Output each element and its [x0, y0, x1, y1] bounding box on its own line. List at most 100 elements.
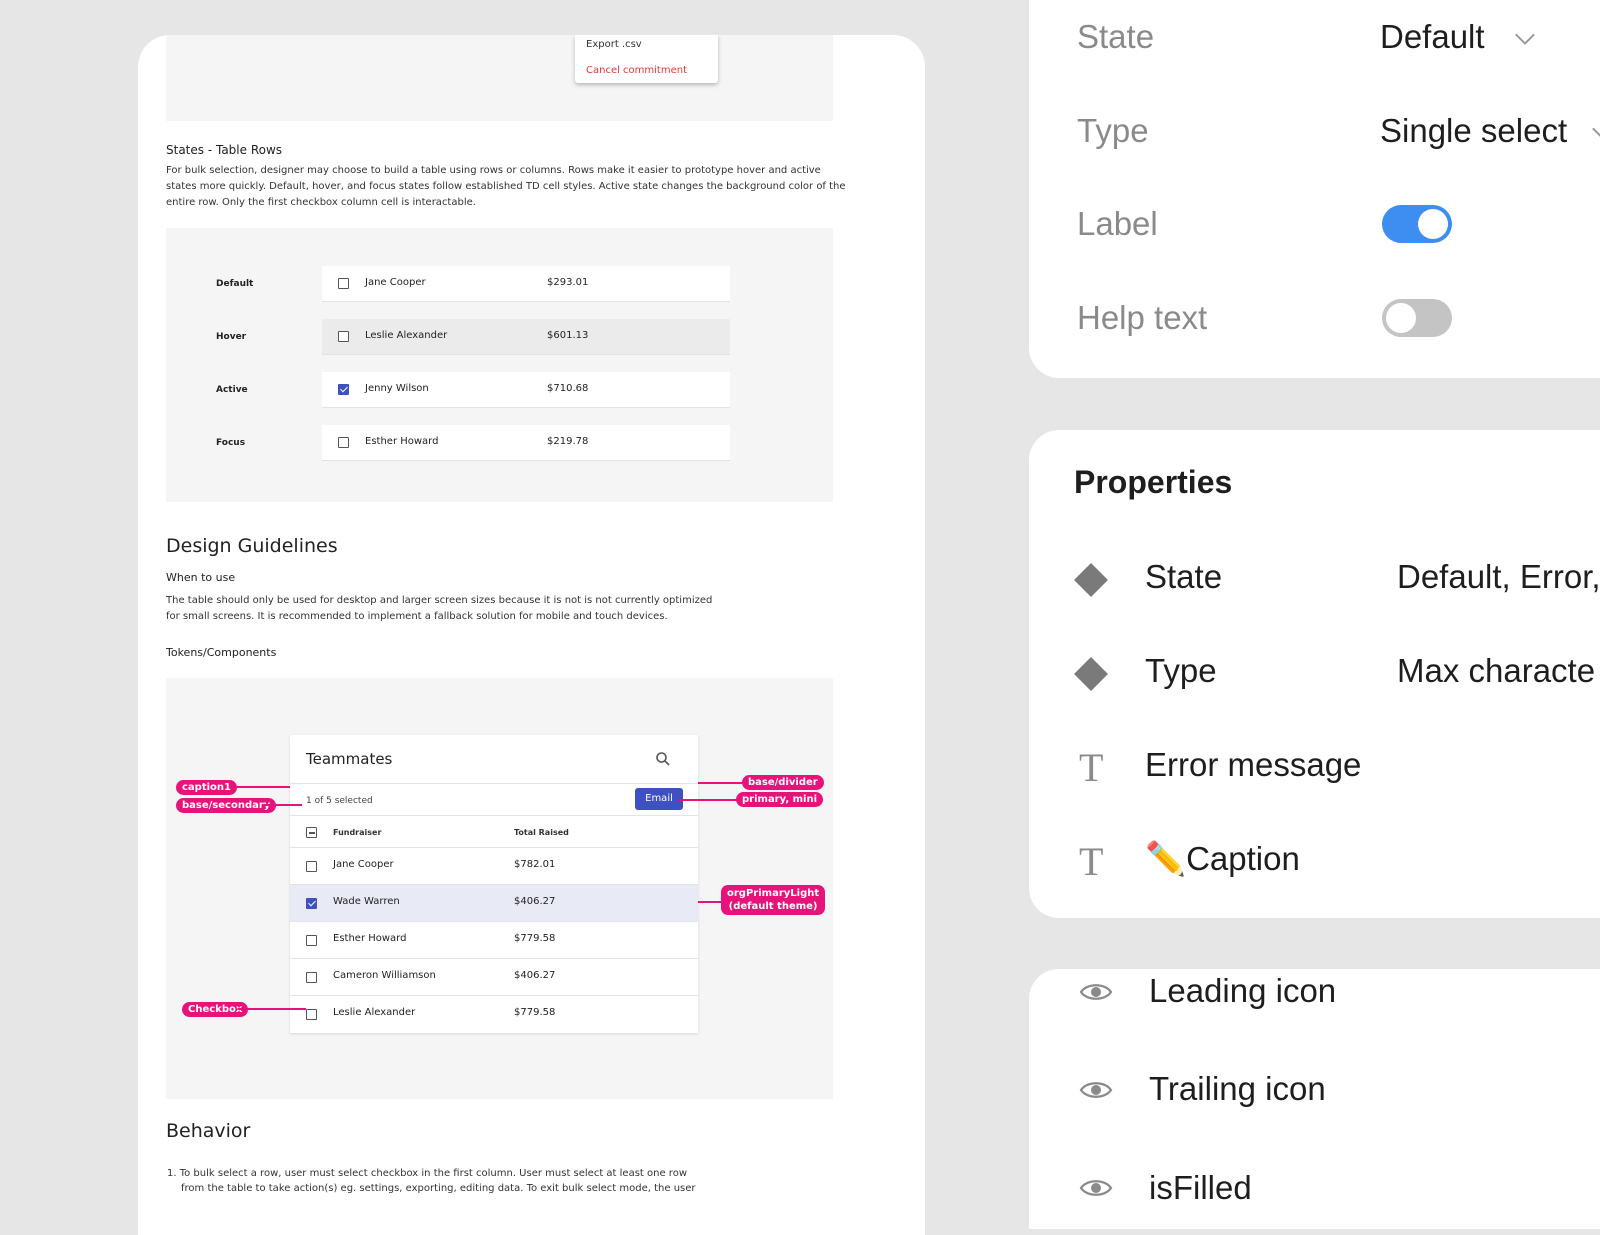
annotation-base-divider: base/divider — [742, 775, 824, 790]
annotation-line — [678, 799, 738, 801]
annotation-caption1: caption1 — [176, 780, 237, 795]
annotation-line — [698, 901, 722, 903]
divider — [290, 815, 698, 816]
row-checkbox-checked[interactable] — [306, 898, 317, 909]
chevron-down-icon[interactable] — [1592, 119, 1600, 139]
row-checkbox[interactable] — [306, 972, 317, 983]
text-icon: T — [1079, 745, 1104, 790]
property-name[interactable]: Error message — [1145, 746, 1361, 784]
annotation-line — [698, 782, 742, 784]
tokens-heading: Tokens/Components — [166, 646, 277, 659]
email-button[interactable]: Email — [635, 788, 683, 810]
row-name: Leslie Alexander — [333, 1007, 416, 1018]
row-amount: $406.27 — [514, 896, 556, 907]
row-checkbox[interactable] — [338, 331, 349, 342]
state-row-default: Jane Cooper $293.01 — [322, 266, 730, 302]
state-dropdown[interactable]: Default — [1380, 18, 1485, 56]
row-name: Cameron Williamson — [333, 970, 436, 981]
column-header-total[interactable]: Total Raised — [514, 828, 569, 837]
state-label-focus: Focus — [216, 438, 246, 448]
row-amount: $782.01 — [514, 859, 556, 870]
type-dropdown[interactable]: Single select — [1380, 112, 1567, 150]
table-row-selected: Wade Warren $406.27 — [290, 884, 698, 921]
states-heading: States - Table Rows — [166, 143, 283, 157]
property-name[interactable]: Type — [1145, 652, 1217, 690]
when-to-use-heading: When to use — [166, 571, 236, 584]
row-name: Jenny Wilson — [365, 383, 429, 394]
state-prop-label: State — [1077, 18, 1155, 55]
row-checkbox[interactable] — [306, 861, 317, 872]
type-prop-label: Type — [1077, 112, 1149, 149]
row-amount: $779.58 — [514, 933, 556, 944]
teammates-table-card: Teammates 1 of 5 selected Email Fundrais… — [290, 735, 698, 1033]
annotation-line — [264, 804, 302, 806]
behavior-line-1: 1. To bulk select a row, user must selec… — [167, 1168, 687, 1179]
menu-item-cancel[interactable]: Cancel commitment — [586, 65, 687, 76]
selected-count: 1 of 5 selected — [306, 796, 373, 806]
visibility-panel: Leading icon Trailing icon isFilled — [1029, 969, 1600, 1229]
select-all-checkbox[interactable] — [306, 827, 317, 838]
table-row: Cameron Williamson $406.27 — [290, 958, 698, 995]
column-header-fundraiser[interactable]: Fundraiser — [333, 828, 381, 837]
state-label-active: Active — [216, 385, 248, 395]
states-desc-line-2: states more quickly. Default, hover, and… — [166, 181, 846, 192]
states-desc-line-1: For bulk selection, designer may choose … — [166, 165, 821, 176]
state-label-default: Default — [216, 279, 254, 289]
annotation-org-primary-line-1: orgPrimaryLight — [727, 888, 820, 899]
property-name[interactable]: ✏️Caption — [1145, 840, 1300, 879]
row-amount: $779.58 — [514, 1007, 556, 1018]
row-checkbox[interactable] — [306, 935, 317, 946]
row-amount: $710.68 — [547, 383, 589, 394]
properties-panel: Properties State Default, Error, Type Ma… — [1029, 430, 1600, 918]
text-icon: T — [1079, 839, 1104, 884]
documentation-page: Export .csv Cancel commitment States - T… — [138, 35, 925, 1235]
state-label-hover: Hover — [216, 332, 247, 342]
menu-item-export[interactable]: Export .csv — [586, 39, 642, 50]
when-desc-line-1: The table should only be used for deskto… — [166, 595, 713, 606]
annotation-line — [238, 1008, 306, 1010]
row-checkbox[interactable] — [338, 437, 349, 448]
table-title: Teammates — [306, 750, 393, 768]
property-value[interactable]: Default, Error, — [1397, 558, 1600, 596]
when-desc-line-2: for small screens. It is recommended to … — [166, 611, 668, 622]
behavior-heading: Behavior — [166, 1120, 251, 1142]
toggle-knob — [1418, 209, 1448, 239]
annotation-checkbox: Checkbox — [182, 1002, 249, 1017]
annotation-line — [230, 786, 290, 788]
eye-icon[interactable] — [1079, 1079, 1113, 1101]
label-toggle[interactable] — [1382, 205, 1452, 243]
help-text-toggle[interactable] — [1382, 299, 1452, 337]
behavior-line-2: from the table to take action(s) eg. set… — [181, 1183, 696, 1194]
property-value[interactable]: Max characte — [1397, 652, 1595, 690]
guidelines-heading: Design Guidelines — [166, 535, 338, 557]
state-row-hover: Leslie Alexander $601.13 — [322, 319, 730, 355]
annotation-org-primary-light: orgPrimaryLight (default theme) — [721, 885, 826, 915]
row-amount: $219.78 — [547, 436, 589, 447]
annotation-base-secondary: base/secondary — [176, 798, 277, 813]
annotation-primary-mini: primary, mini — [736, 792, 824, 807]
row-checkbox[interactable] — [338, 278, 349, 289]
row-amount: $601.13 — [547, 330, 589, 341]
property-name[interactable]: isFilled — [1149, 1169, 1252, 1207]
state-row-focus: Esther Howard $219.78 — [322, 425, 730, 461]
row-name: Esther Howard — [365, 436, 439, 447]
preview-area-top — [166, 35, 833, 121]
row-name: Leslie Alexander — [365, 330, 448, 341]
eye-icon[interactable] — [1079, 981, 1113, 1003]
table-row: Jane Cooper $782.01 — [290, 847, 698, 884]
search-icon[interactable] — [655, 751, 671, 767]
state-row-active: Jenny Wilson $710.68 — [322, 372, 730, 408]
property-name[interactable]: Trailing icon — [1149, 1070, 1326, 1108]
row-checkbox[interactable] — [306, 1009, 317, 1020]
eye-icon[interactable] — [1079, 1177, 1113, 1199]
row-checkbox-checked[interactable] — [338, 384, 349, 395]
row-amount: $406.27 — [514, 970, 556, 981]
row-name: Jane Cooper — [333, 859, 394, 870]
row-name: Wade Warren — [333, 896, 400, 907]
row-amount: $293.01 — [547, 277, 589, 288]
divider — [290, 783, 698, 784]
property-name[interactable]: State — [1145, 558, 1222, 596]
property-name[interactable]: Leading icon — [1149, 972, 1336, 1010]
chevron-down-icon[interactable] — [1515, 25, 1535, 45]
properties-title: Properties — [1074, 464, 1233, 500]
